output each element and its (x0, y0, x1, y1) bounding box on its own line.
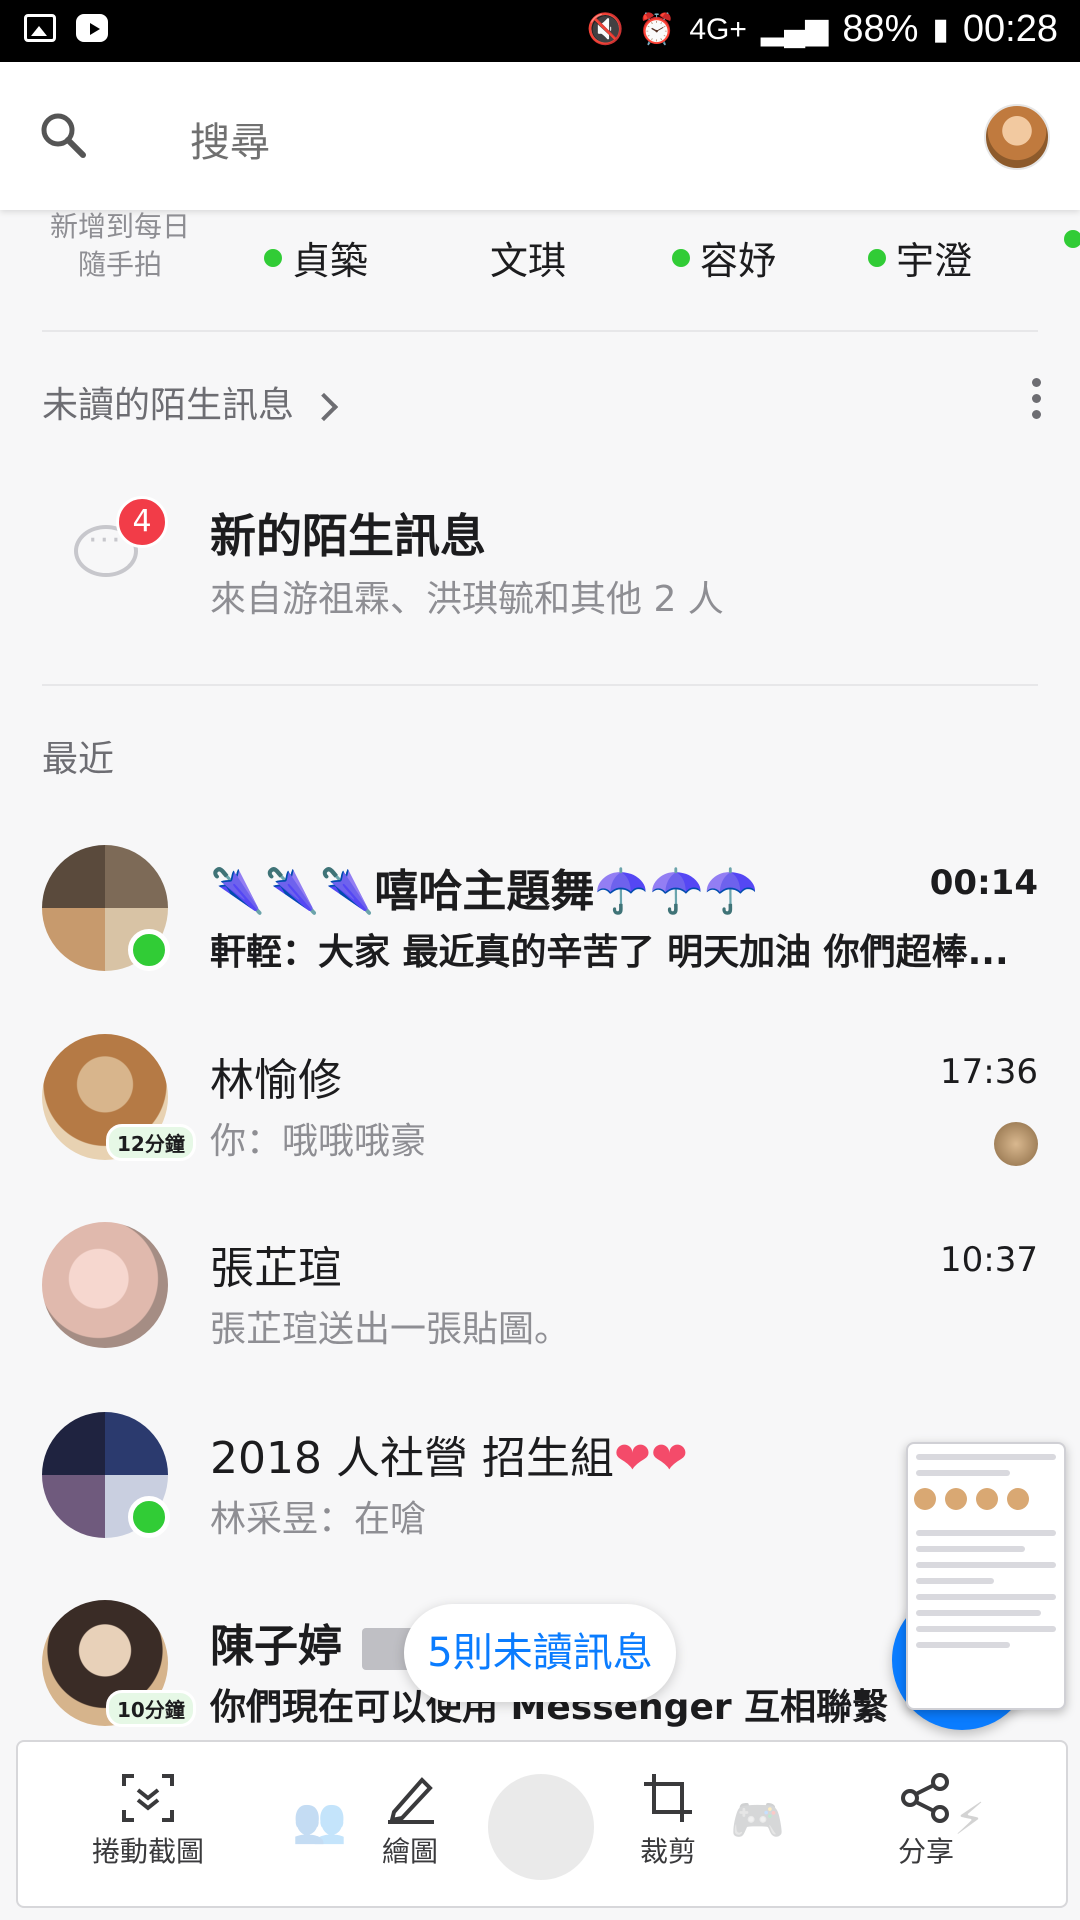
heart-emoji: ❤❤ (613, 1433, 688, 1484)
active-now-row: 新增到每日隨手拍 貞築 文琪 容妤 宇澄 (0, 200, 1080, 320)
share-button[interactable]: 分享 (846, 1772, 1006, 1870)
contact-avatar (42, 1222, 168, 1348)
clock: 00:28 (962, 8, 1058, 50)
battery-icon: ▮ (932, 13, 949, 46)
camera-icon (488, 1774, 594, 1880)
conversation-row[interactable]: 12分鐘 林愉修 17:36 你：哦哦哦豪 (0, 1034, 1080, 1204)
conversation-time: 10:37 (940, 1240, 1038, 1280)
conversation-preview: 軒輊：大家 最近真的辛苦了 明天加油 你們超棒... (210, 932, 1009, 973)
unread-messages-pill[interactable]: 5則未讀訊息 (404, 1604, 676, 1702)
mute-icon: 🔇 (586, 13, 625, 46)
battery-percent: 88% (842, 8, 919, 50)
message-requests-header[interactable]: 未讀的陌生訊息 (42, 376, 339, 428)
conversation-name: 🌂🌂🌂嘻哈主題舞☂️☂️☂️ (210, 866, 759, 917)
scroll-capture-icon (122, 1774, 174, 1822)
conversation-name: 2018 人社營 招生組❤❤ (210, 1433, 688, 1484)
search-icon[interactable] (38, 110, 88, 160)
crop-button[interactable]: 裁剪 (588, 1772, 748, 1870)
conversation-name: 林愉修 (210, 1055, 342, 1106)
gallery-notification-icon (24, 14, 56, 42)
conversation-row[interactable]: 🌂🌂🌂嘻哈主題舞☂️☂️☂️ 00:14 軒輊：大家 最近真的辛苦了 明天加油 … (0, 845, 1080, 1015)
online-indicator (1064, 230, 1080, 248)
online-indicator (128, 1496, 170, 1538)
message-requests-title: 新的陌生訊息 (210, 509, 486, 563)
conversation-name: 陳子婷 (210, 1610, 414, 1674)
chevron-right-icon (309, 392, 339, 422)
search-input[interactable]: 搜尋 (190, 110, 270, 168)
online-indicator (868, 248, 886, 267)
alarm-icon: ⏰ (638, 13, 676, 46)
draw-button[interactable]: 繪圖 (330, 1772, 490, 1870)
active-ago-badge: 10分鐘 (106, 1690, 196, 1727)
conversation-row[interactable]: 張芷瑄 10:37 張芷瑄送出一張貼圖。 (0, 1222, 1080, 1392)
active-contact[interactable] (1064, 230, 1080, 248)
seen-avatar (994, 1122, 1038, 1166)
conversation-preview: 你：哦哦哦豪 (210, 1121, 427, 1162)
message-requests-subtitle: 來自游祖霖、洪琪毓和其他 2 人 (210, 579, 724, 620)
more-options-icon[interactable] (1032, 378, 1042, 426)
online-indicator (264, 248, 282, 267)
active-contact[interactable]: 文琪 (490, 230, 566, 285)
add-to-daily-button[interactable]: 新增到每日隨手拍 (40, 208, 200, 284)
active-ago-badge: 12分鐘 (106, 1124, 196, 1161)
crop-icon (644, 1774, 692, 1822)
active-contact[interactable]: 宇澄 (868, 230, 972, 285)
screenshot-toolbar: 👥 🎮 ⚡ 捲動截圖 繪圖 裁剪 分享 (16, 1740, 1068, 1908)
network-type: 4G+ (689, 12, 747, 46)
online-indicator (128, 929, 170, 971)
unread-count-badge: 4 (116, 496, 168, 548)
signal-icon: ▂▄▆ (760, 13, 829, 46)
conversation-preview: 張芷瑄送出一張貼圖。 (210, 1309, 571, 1350)
conversation-preview: 林采昱：在嗆 (210, 1499, 427, 1540)
online-indicator (672, 248, 690, 267)
active-contact[interactable]: 貞築 (264, 230, 368, 285)
conversation-time: 00:14 (929, 863, 1038, 903)
screenshot-thumbnail[interactable] (906, 1442, 1066, 1710)
divider (42, 684, 1038, 686)
conversation-time: 17:36 (940, 1052, 1038, 1092)
conversation-name: 張芷瑄 (210, 1243, 342, 1294)
divider (42, 330, 1038, 332)
profile-avatar[interactable] (984, 104, 1050, 170)
active-contact[interactable]: 容妤 (672, 230, 776, 285)
share-icon (901, 1773, 949, 1823)
status-bar: 🔇 ⏰ 4G+ ▂▄▆ 88% ▮ 00:28 (0, 0, 1080, 62)
scroll-capture-button[interactable]: 捲動截圖 (68, 1772, 228, 1870)
pencil-icon (388, 1777, 434, 1824)
search-bar[interactable]: 搜尋 (0, 62, 1080, 210)
youtube-notification-icon (76, 14, 108, 42)
recent-header: 最近 (42, 739, 115, 780)
